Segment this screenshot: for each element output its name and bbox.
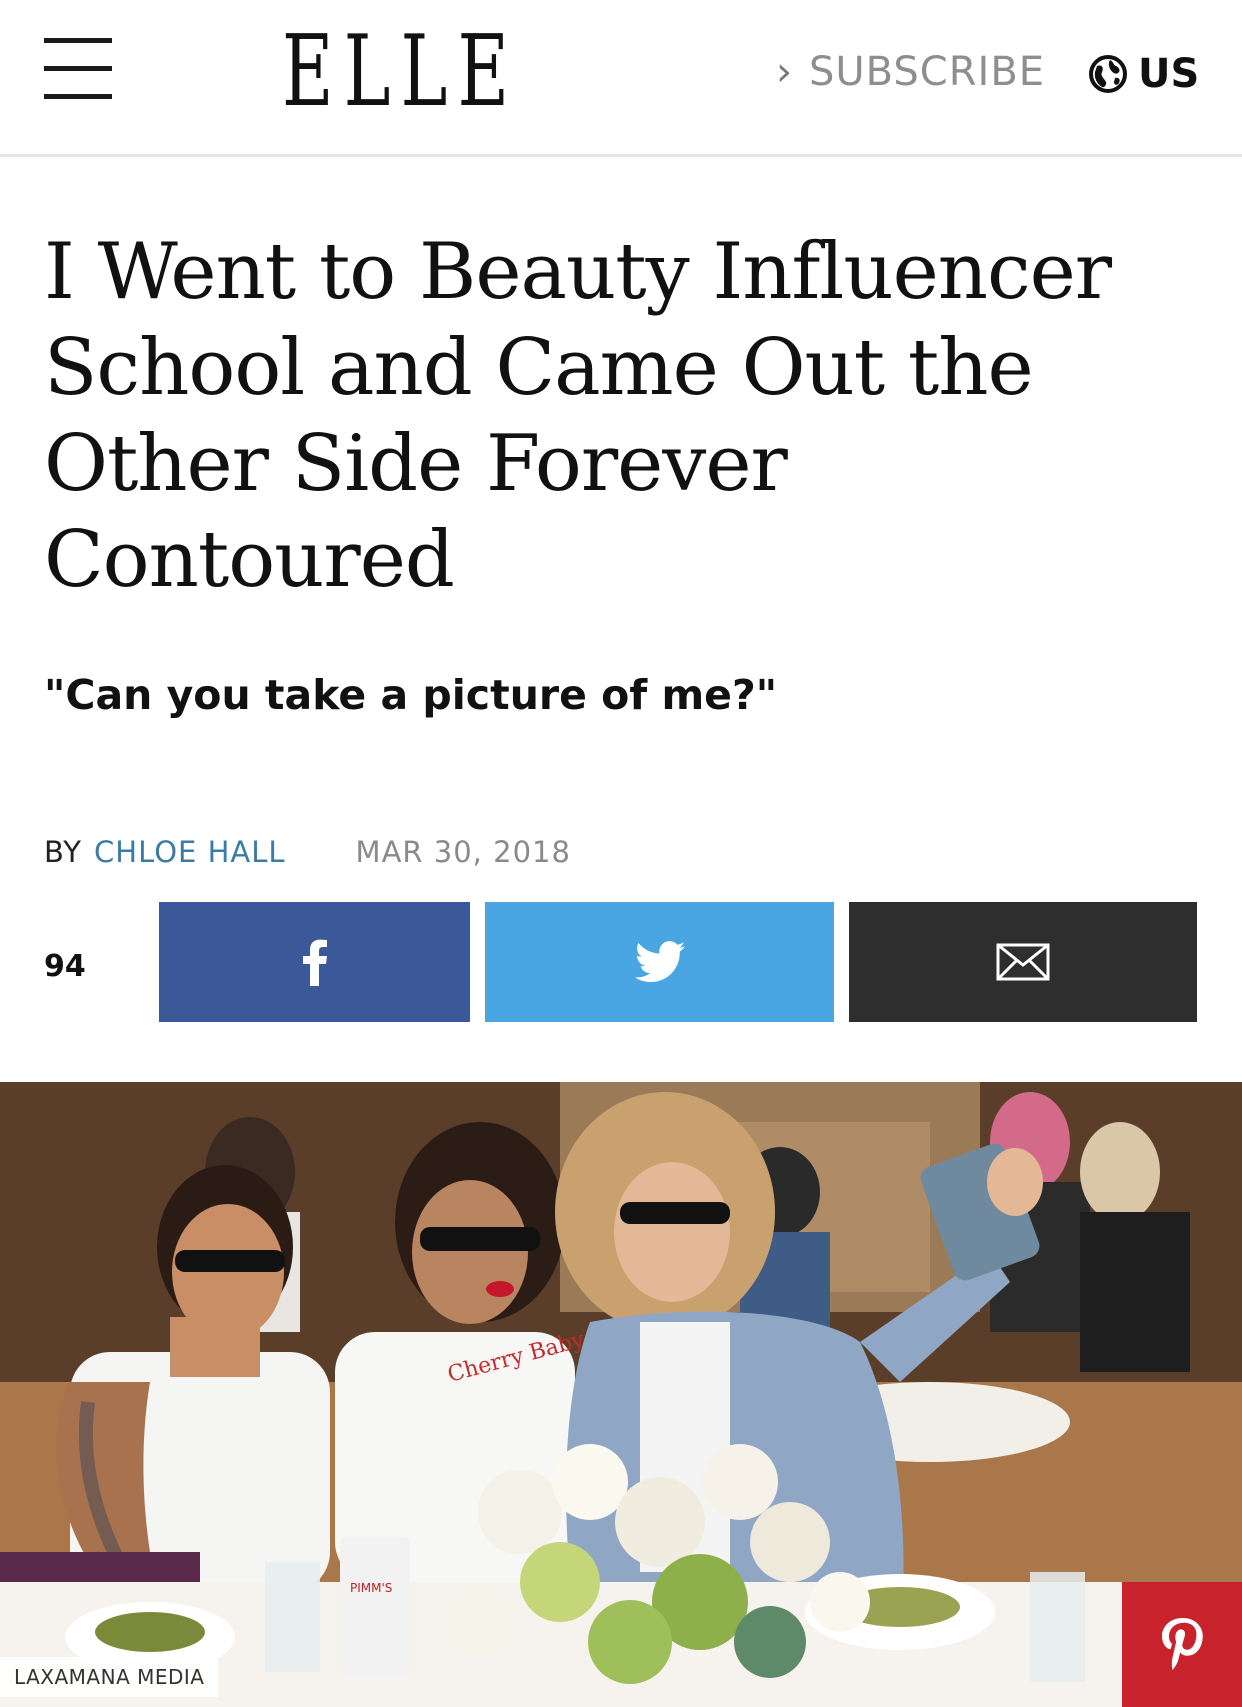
twitter-share-button[interactable] xyxy=(485,902,834,1022)
subscribe-label: SUBSCRIBE xyxy=(809,49,1046,95)
elle-logo[interactable]: ELLE xyxy=(282,22,509,122)
email-share-button[interactable] xyxy=(849,902,1197,1022)
byline: BY CHLOE HALL MAR 30, 2018 xyxy=(44,832,571,872)
photo-credit: LAXAMANA MEDIA xyxy=(0,1657,219,1697)
author-link[interactable]: CHLOE HALL xyxy=(94,835,286,869)
region-label: US xyxy=(1138,51,1200,97)
publish-date: MAR 30, 2018 xyxy=(355,835,571,869)
cup-text: PIMM'S xyxy=(350,1581,392,1595)
pinterest-save-button[interactable] xyxy=(1122,1582,1242,1707)
article-headline: I Went to Beauty Influencer School and C… xyxy=(44,227,1112,605)
pinterest-icon xyxy=(1162,1617,1203,1670)
article-dek: "Can you take a picture of me?" xyxy=(44,671,778,719)
share-count: 94 xyxy=(44,949,86,984)
hero-illustration: Cherry Baby PIMM'S xyxy=(0,1082,1242,1707)
facebook-share-button[interactable] xyxy=(159,902,470,1022)
globe-icon xyxy=(1089,55,1127,93)
mail-icon xyxy=(996,943,1050,981)
twitter-icon xyxy=(634,941,685,982)
site-header: ELLE › SUBSCRIBE US xyxy=(0,0,1242,157)
article-page: ELLE › SUBSCRIBE US I Went to Beauty Inf… xyxy=(0,0,1242,1707)
hamburger-icon[interactable] xyxy=(44,38,112,102)
subscribe-link[interactable]: › SUBSCRIBE xyxy=(776,44,1045,100)
region-selector[interactable]: US xyxy=(1088,48,1199,100)
byline-prefix: BY xyxy=(44,835,83,869)
chevron-right-icon: › xyxy=(776,49,793,95)
facebook-icon xyxy=(302,939,327,986)
hero-photo: Cherry Baby PIMM'S xyxy=(0,1082,1242,1707)
